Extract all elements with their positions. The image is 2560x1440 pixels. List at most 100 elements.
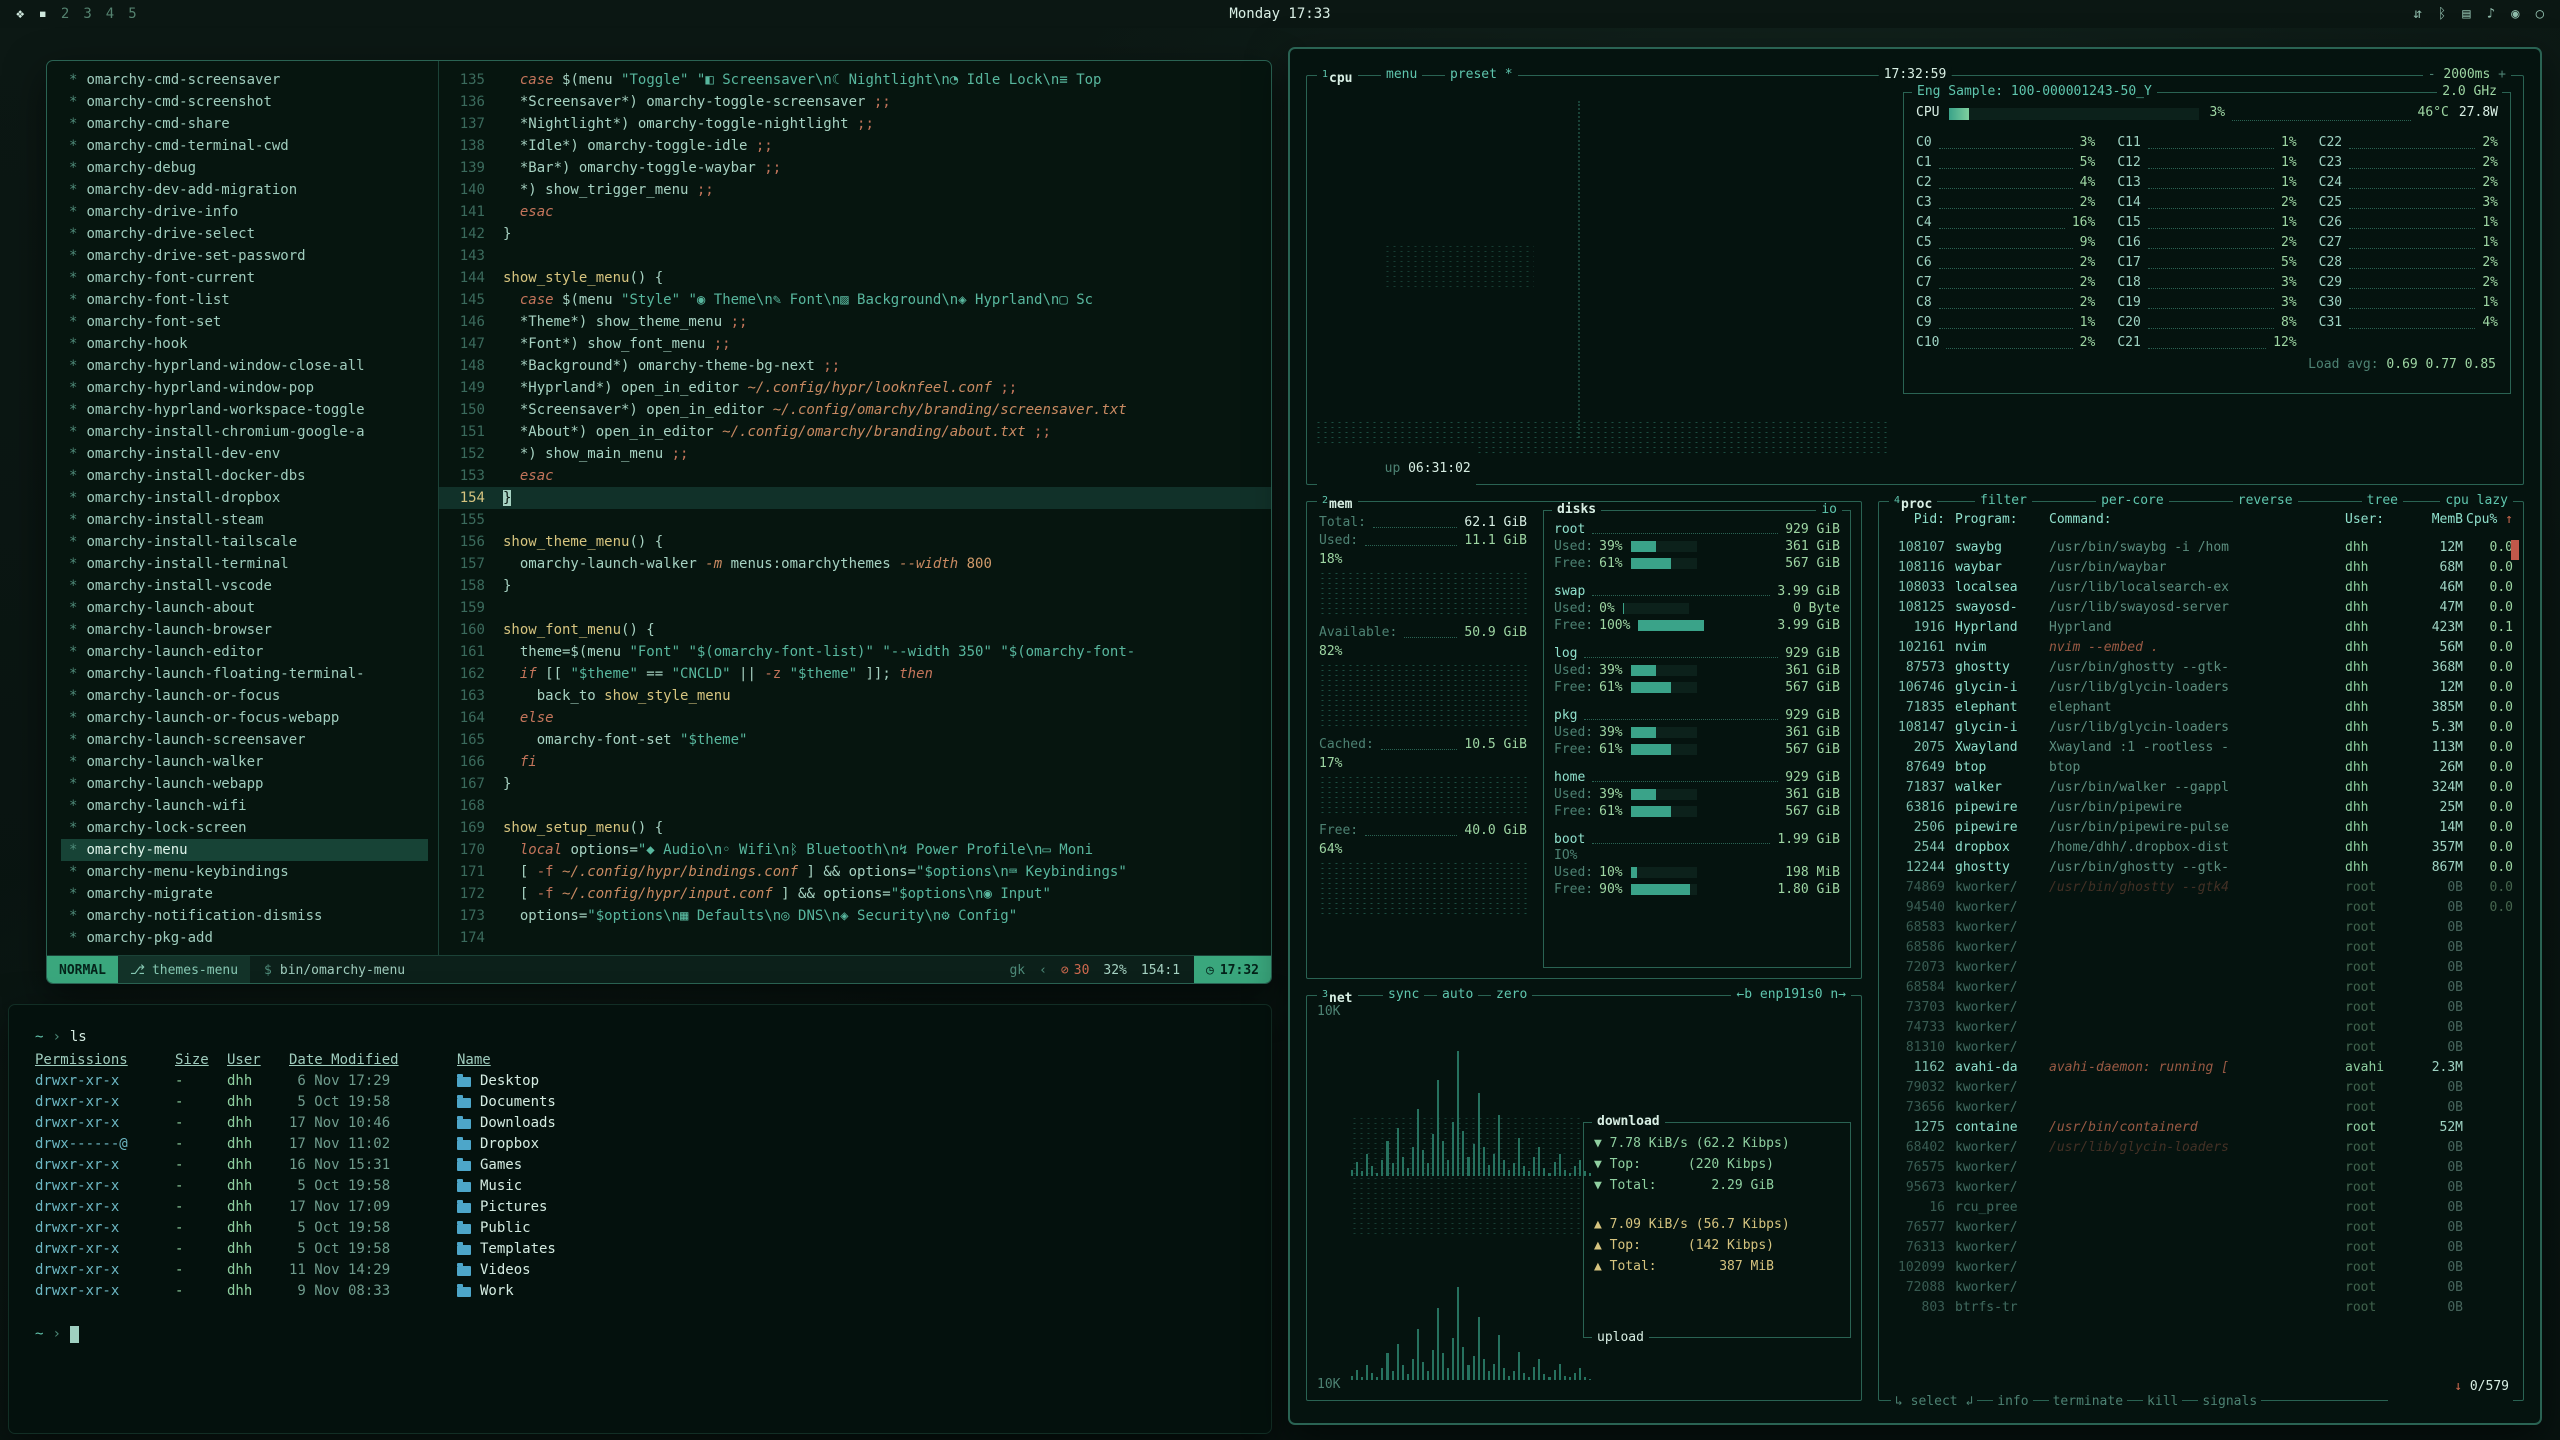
- process-row[interactable]: 72088 kworker/ root 0B: [1889, 1278, 2513, 1298]
- file-tree-item[interactable]: *omarchy-install-docker-dbs: [61, 465, 438, 487]
- process-row[interactable]: 81310 kworker/ root 0B: [1889, 1038, 2513, 1058]
- process-row[interactable]: 72073 kworker/ root 0B: [1889, 958, 2513, 978]
- tray-icon[interactable]: ○: [2536, 6, 2544, 22]
- net-interface-switcher[interactable]: ←b enp191s0 n→: [1731, 987, 1851, 1003]
- process-row[interactable]: 2075 Xwayland Xwayland :1 -rootless - dh…: [1889, 738, 2513, 758]
- file-tree-item[interactable]: *omarchy-launch-screensaver: [61, 729, 438, 751]
- file-tree-item[interactable]: *omarchy-install-vscode: [61, 575, 438, 597]
- process-row[interactable]: 1275 containe /usr/bin/containerd root 5…: [1889, 1118, 2513, 1138]
- process-row[interactable]: 108125 swayosd- /usr/lib/swayosd-server …: [1889, 598, 2513, 618]
- filter-button[interactable]: filter: [1975, 493, 2032, 508]
- mem-panel-title[interactable]: 2mem: [1317, 493, 1358, 513]
- file-tree-item[interactable]: *omarchy-cmd-screenshot: [61, 91, 438, 113]
- menu-button[interactable]: menu: [1381, 67, 1422, 83]
- process-row[interactable]: 76577 kworker/ root 0B: [1889, 1218, 2513, 1238]
- file-tree-item[interactable]: *omarchy-install-chromium-google-a: [61, 421, 438, 443]
- file-tree-item[interactable]: *omarchy-menu: [61, 839, 428, 861]
- process-row[interactable]: 74869 kworker/ /usr/bin/ghostty --gtk4 r…: [1889, 878, 2513, 898]
- workspace-button[interactable]: 5: [128, 6, 136, 22]
- file-tree-item[interactable]: *omarchy-install-steam: [61, 509, 438, 531]
- file-tree-item[interactable]: *omarchy-launch-wifi: [61, 795, 438, 817]
- process-row[interactable]: 79032 kworker/ root 0B: [1889, 1078, 2513, 1098]
- process-row[interactable]: 71837 walker /usr/bin/walker --gappl dhh…: [1889, 778, 2513, 798]
- process-row[interactable]: 68586 kworker/ root 0B: [1889, 938, 2513, 958]
- file-tree-item[interactable]: *omarchy-install-dev-env: [61, 443, 438, 465]
- workspace-button[interactable]: 2: [61, 6, 69, 22]
- workspace-button[interactable]: 4: [106, 6, 114, 22]
- process-row[interactable]: 63816 pipewire /usr/bin/pipewire dhh 25M…: [1889, 798, 2513, 818]
- process-row[interactable]: 94540 kworker/ root 0B 0.0: [1889, 898, 2513, 918]
- process-row[interactable]: 76575 kworker/ root 0B: [1889, 1158, 2513, 1178]
- tree-toggle[interactable]: tree: [2362, 493, 2403, 508]
- file-tree-item[interactable]: *omarchy-migrate: [61, 883, 438, 905]
- process-row[interactable]: 102161 nvim nvim --embed . dhh 56M 0.0: [1889, 638, 2513, 658]
- tray-icon[interactable]: ᛒ: [2438, 6, 2446, 22]
- process-row[interactable]: 2506 pipewire /usr/bin/pipewire-pulse dh…: [1889, 818, 2513, 838]
- file-tree-item[interactable]: *omarchy-lock-screen: [61, 817, 438, 839]
- file-tree-item[interactable]: *omarchy-hyprland-window-close-all: [61, 355, 438, 377]
- tray-icon[interactable]: ⇵: [2413, 6, 2421, 22]
- signals-hint[interactable]: signals: [2198, 1394, 2261, 1409]
- file-tree-item[interactable]: *omarchy-launch-or-focus: [61, 685, 438, 707]
- file-tree-item[interactable]: *omarchy-install-terminal: [61, 553, 438, 575]
- process-row[interactable]: 74733 kworker/ root 0B: [1889, 1018, 2513, 1038]
- file-tree-item[interactable]: *omarchy-cmd-screensaver: [61, 69, 438, 91]
- file-tree-item[interactable]: *omarchy-launch-about: [61, 597, 438, 619]
- process-row[interactable]: 102099 kworker/ root 0B: [1889, 1258, 2513, 1278]
- process-row[interactable]: 1162 avahi-da avahi-daemon: running [ av…: [1889, 1058, 2513, 1078]
- net-sync-toggle[interactable]: sync: [1383, 987, 1424, 1003]
- file-tree-item[interactable]: *omarchy-launch-browser: [61, 619, 438, 641]
- process-row[interactable]: 108107 swaybg /usr/bin/swaybg -i /hom dh…: [1889, 538, 2513, 558]
- workspace-button[interactable]: 3: [83, 6, 91, 22]
- process-row[interactable]: 68584 kworker/ root 0B: [1889, 978, 2513, 998]
- cpu-panel-title[interactable]: 1cpu: [1317, 67, 1358, 87]
- process-row[interactable]: 87573 ghostty /usr/bin/ghostty --gtk- dh…: [1889, 658, 2513, 678]
- scroll-down-icon[interactable]: ↓: [2454, 1379, 2462, 1394]
- net-auto-toggle[interactable]: auto: [1437, 987, 1478, 1003]
- file-tree-item[interactable]: *omarchy-font-set: [61, 311, 438, 333]
- process-row[interactable]: 2544 dropbox /home/dhh/.dropbox-dist dhh…: [1889, 838, 2513, 858]
- process-row[interactable]: 108033 localsea /usr/lib/localsearch-ex …: [1889, 578, 2513, 598]
- code-pane[interactable]: 135 case $(menu "Toggle" "◧ Screensaver\…: [439, 61, 1271, 955]
- process-row[interactable]: 76313 kworker/ root 0B: [1889, 1238, 2513, 1258]
- file-tree-item[interactable]: *omarchy-dev-add-migration: [61, 179, 438, 201]
- tray-icon[interactable]: ◉: [2511, 6, 2519, 22]
- process-row[interactable]: 106746 glycin-i /usr/lib/glycin-loaders …: [1889, 678, 2513, 698]
- terminate-hint[interactable]: terminate: [2049, 1394, 2127, 1409]
- logo-icon[interactable]: ❖: [16, 6, 24, 22]
- file-tree-item[interactable]: *omarchy-launch-or-focus-webapp: [61, 707, 438, 729]
- file-tree-item[interactable]: *omarchy-menu-keybindings: [61, 861, 438, 883]
- io-mode-toggle[interactable]: io: [1816, 502, 1842, 518]
- tray-icon[interactable]: ♪: [2487, 6, 2495, 22]
- process-row[interactable]: 87649 btop btop dhh 26M 0.0: [1889, 758, 2513, 778]
- sort-direction-icon[interactable]: ↑: [2505, 512, 2513, 527]
- net-zero-toggle[interactable]: zero: [1491, 987, 1532, 1003]
- process-row[interactable]: 108116 waybar /usr/bin/waybar dhh 68M 0.…: [1889, 558, 2513, 578]
- terminal-window[interactable]: ~ › ls PermissionsSizeUserDate ModifiedN…: [8, 1004, 1272, 1434]
- process-row[interactable]: 12244 ghostty /usr/bin/ghostty --gtk- dh…: [1889, 858, 2513, 878]
- preset-button[interactable]: preset *: [1445, 67, 1518, 83]
- info-hint[interactable]: info: [1993, 1394, 2032, 1409]
- process-row[interactable]: 73656 kworker/ root 0B: [1889, 1098, 2513, 1118]
- per-core-toggle[interactable]: per-core: [2096, 493, 2169, 508]
- process-row[interactable]: 68402 kworker/ /usr/lib/glycin-loaders r…: [1889, 1138, 2513, 1158]
- sort-column-selector[interactable]: cpu lazy: [2440, 493, 2513, 508]
- process-row[interactable]: 803 btrfs-tr root 0B: [1889, 1298, 2513, 1318]
- file-tree-item[interactable]: *omarchy-notification-dismiss: [61, 905, 438, 927]
- file-tree-item[interactable]: *omarchy-launch-editor: [61, 641, 438, 663]
- file-tree-item[interactable]: *omarchy-pkg-add: [61, 927, 438, 949]
- file-tree-item[interactable]: *omarchy-font-current: [61, 267, 438, 289]
- prompt-line-2[interactable]: ~ ›: [35, 1324, 1245, 1345]
- tray-icon[interactable]: ▤: [2462, 6, 2470, 22]
- proc-panel-title[interactable]: 4proc: [1889, 493, 1937, 513]
- process-row[interactable]: 73703 kworker/ root 0B: [1889, 998, 2513, 1018]
- file-tree-item[interactable]: *omarchy-drive-set-password: [61, 245, 438, 267]
- select-hint[interactable]: ↳ select ↲: [1891, 1394, 1977, 1409]
- process-row[interactable]: 16 rcu_pree root 0B: [1889, 1198, 2513, 1218]
- file-tree-item[interactable]: *omarchy-drive-info: [61, 201, 438, 223]
- workspace-active-icon[interactable]: ▪: [38, 6, 46, 22]
- file-tree-item[interactable]: *omarchy-cmd-share: [61, 113, 438, 135]
- scrollbar-thumb[interactable]: [2511, 540, 2519, 560]
- kill-hint[interactable]: kill: [2143, 1394, 2182, 1409]
- file-tree-item[interactable]: *omarchy-launch-walker: [61, 751, 438, 773]
